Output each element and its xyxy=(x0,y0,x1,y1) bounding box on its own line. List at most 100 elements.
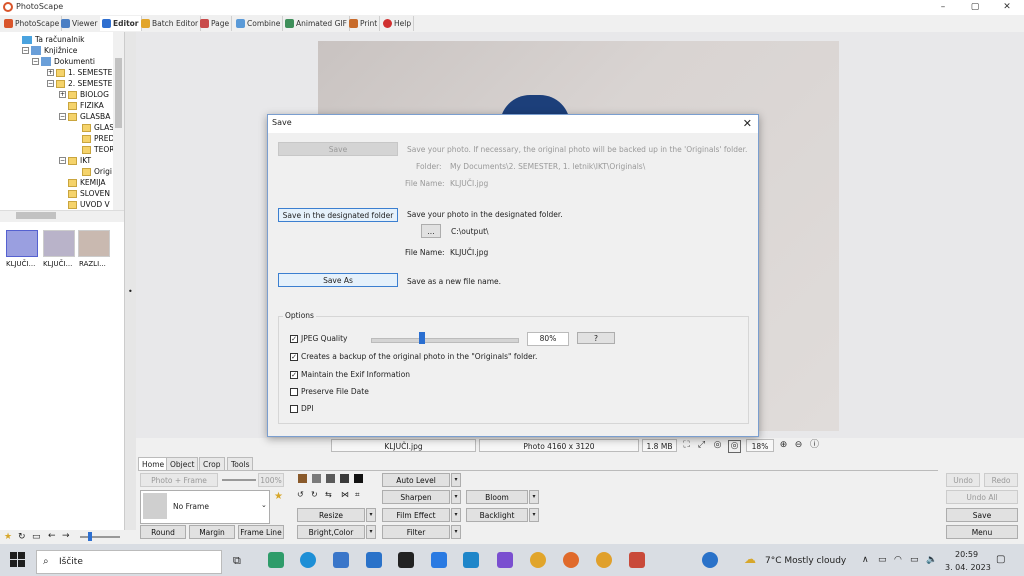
tree-horizontal-scrollbar[interactable] xyxy=(0,210,124,221)
backup-checkbox[interactable]: ✓ xyxy=(290,353,298,361)
app2-icon[interactable] xyxy=(497,552,513,568)
edge-icon[interactable] xyxy=(300,552,316,568)
firefox-icon[interactable] xyxy=(563,552,579,568)
tab-batch-editor[interactable]: Batch Editor xyxy=(139,16,202,31)
photoscape-taskbar-icon[interactable] xyxy=(629,552,645,568)
frame-line-button[interactable]: Frame Line xyxy=(238,525,284,539)
auto-level-dropdown[interactable]: ▾ xyxy=(451,473,461,487)
expand-icon[interactable]: + xyxy=(47,69,54,76)
jpeg-quality-help-button[interactable]: ? xyxy=(577,332,615,344)
flip-icon[interactable]: ⇆ xyxy=(325,490,332,499)
tone-1-icon[interactable] xyxy=(298,474,307,483)
store-icon[interactable] xyxy=(333,552,349,568)
tray-chevron-icon[interactable]: ∧ xyxy=(862,555,869,565)
resize-button[interactable]: Resize xyxy=(297,508,365,522)
collapse-icon[interactable]: − xyxy=(59,113,66,120)
dropbox-icon[interactable] xyxy=(431,552,447,568)
tree-item-folder[interactable]: UVOD V xyxy=(68,199,110,210)
forward-icon[interactable]: → xyxy=(62,531,70,541)
rotate-icon[interactable]: ↻ xyxy=(18,532,26,542)
tree-item-folder[interactable]: + BIOLOG xyxy=(59,89,109,100)
notification-icon[interactable]: ▢ xyxy=(996,554,1005,565)
frame-slider[interactable] xyxy=(222,479,256,481)
rotate-right-icon[interactable]: ↻ xyxy=(311,490,318,499)
close-icon[interactable]: ✕ xyxy=(743,117,752,130)
undo-all-button[interactable]: Undo All xyxy=(946,490,1018,504)
tree-item-folder[interactable]: PRED xyxy=(82,133,114,144)
zoom-in-icon[interactable]: ⊕ xyxy=(778,440,789,451)
preserve-date-checkbox[interactable] xyxy=(290,388,298,396)
tab-photoscape[interactable]: PhotoScape xyxy=(2,16,63,31)
thumbnail-image[interactable] xyxy=(6,230,38,257)
expand-icon[interactable]: + xyxy=(59,91,66,98)
margin-button[interactable]: Margin xyxy=(189,525,235,539)
browse-folder-button[interactable]: ... xyxy=(421,224,441,238)
frame-select[interactable]: No Frame ⌄ xyxy=(140,490,270,524)
close-button[interactable]: ✕ xyxy=(992,0,1022,15)
folder-tree[interactable]: Ta računalnik − Knjižnice − Dokumenti +1. … xyxy=(0,32,125,210)
tone-3-icon[interactable] xyxy=(326,474,335,483)
save-button[interactable]: Save xyxy=(946,508,1018,522)
minimize-button[interactable]: – xyxy=(928,0,958,15)
undo-button[interactable]: Undo xyxy=(946,473,980,487)
collapse-icon[interactable]: − xyxy=(47,80,54,87)
sharpen-button[interactable]: Sharpen xyxy=(382,490,450,504)
clock-date[interactable]: 3. 04. 2023 xyxy=(945,563,991,572)
perspective-icon[interactable]: ⌗ xyxy=(355,490,360,500)
mail-icon[interactable] xyxy=(366,552,382,568)
volume-icon[interactable]: 🔈 xyxy=(926,555,937,565)
tab-animated-gif[interactable]: Animated GIF xyxy=(283,16,350,31)
redo-button[interactable]: Redo xyxy=(984,473,1018,487)
tab-editor[interactable]: Editor xyxy=(100,16,142,31)
widgets-icon[interactable] xyxy=(268,552,284,568)
tab-print[interactable]: Print xyxy=(347,16,381,31)
help-taskbar-icon[interactable] xyxy=(702,552,718,568)
tree-item-folder[interactable]: +1. SEMESTER xyxy=(47,67,118,78)
rotate-left-icon[interactable]: ↺ xyxy=(297,490,304,499)
tree-item-folder[interactable]: − 2. SEMESTER xyxy=(47,78,118,89)
filter-dropdown[interactable]: ▾ xyxy=(451,525,461,539)
chrome-icon[interactable] xyxy=(530,552,546,568)
tone-2-icon[interactable] xyxy=(312,474,321,483)
tab-object[interactable]: Object xyxy=(166,457,199,471)
collapse-icon[interactable]: − xyxy=(32,58,39,65)
bloom-dropdown[interactable]: ▾ xyxy=(529,490,539,504)
menu-button[interactable]: Menu xyxy=(946,525,1018,539)
exif-checkbox[interactable]: ✓ xyxy=(290,371,298,379)
weather-text[interactable]: 7°C Mostly cloudy xyxy=(765,556,846,566)
back-icon[interactable]: ← xyxy=(48,531,56,541)
tab-tools[interactable]: Tools xyxy=(227,457,254,471)
wifi-icon[interactable]: ◠ xyxy=(894,555,902,565)
folder-open-icon[interactable]: ▭ xyxy=(32,532,41,542)
tab-viewer[interactable]: Viewer xyxy=(59,16,101,31)
taskbar-search-box[interactable]: ⌕ Iščite xyxy=(36,550,222,574)
backlight-button[interactable]: Backlight xyxy=(466,508,528,522)
favorite-star-icon[interactable]: ★ xyxy=(274,491,283,502)
windows-start-icon[interactable] xyxy=(10,552,26,568)
tab-page[interactable]: Page xyxy=(198,16,233,31)
tree-item-folder[interactable]: SLOVEN xyxy=(68,188,110,199)
tree-item-libraries[interactable]: − Knjižnice xyxy=(22,45,77,56)
tone-4-icon[interactable] xyxy=(340,474,349,483)
round-button[interactable]: Round xyxy=(140,525,186,539)
fit-icon[interactable]: ⛶ xyxy=(681,440,692,451)
save-designated-folder-button[interactable]: Save in the designated folder xyxy=(278,208,398,222)
tab-help[interactable]: Help xyxy=(381,16,415,31)
app-icon[interactable] xyxy=(463,552,479,568)
zoom-actual-icon[interactable]: ◎ xyxy=(712,440,723,451)
task-view-icon[interactable]: ⧉ xyxy=(233,554,241,568)
tree-item-folder[interactable]: KEMIJA xyxy=(68,177,106,188)
info-icon[interactable]: ⓘ xyxy=(809,440,820,451)
tree-item-folder[interactable]: GLAS xyxy=(82,122,114,133)
network-icon[interactable]: ▭ xyxy=(878,555,887,565)
panel-splitter[interactable]: • xyxy=(124,32,136,530)
bright-color-button[interactable]: Bright,Color xyxy=(297,525,365,539)
bloom-button[interactable]: Bloom xyxy=(466,490,528,504)
film-effect-dropdown[interactable]: ▾ xyxy=(451,508,461,522)
collapse-arrow-icon[interactable]: • xyxy=(128,287,133,296)
clock-time[interactable]: 20:59 xyxy=(955,550,978,559)
tab-combine[interactable]: Combine xyxy=(234,16,284,31)
photo-frame-button[interactable]: Photo + Frame xyxy=(140,473,218,487)
jpeg-quality-checkbox[interactable]: ✓ xyxy=(290,335,298,343)
tone-5-icon[interactable] xyxy=(354,474,363,483)
